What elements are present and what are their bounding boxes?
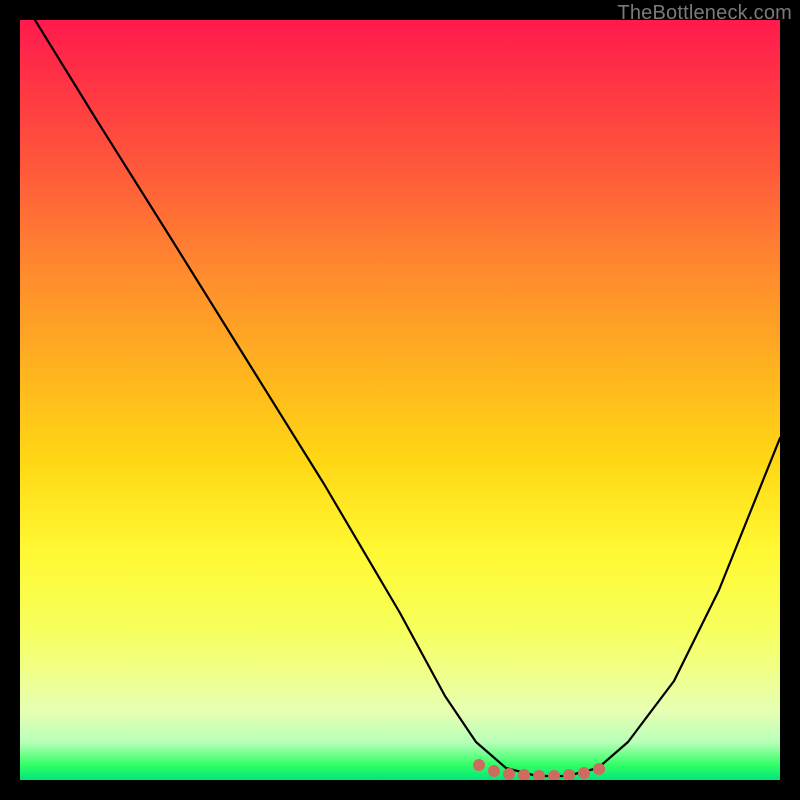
chart-svg — [20, 20, 780, 780]
marker-dot — [563, 769, 575, 780]
watermark-text: TheBottleneck.com — [617, 2, 792, 25]
marker-dot — [533, 770, 545, 780]
marker-dot — [503, 768, 515, 780]
chart-frame: TheBottleneck.com — [0, 0, 800, 800]
marker-dot — [548, 770, 560, 780]
plot-area — [20, 20, 780, 780]
marker-dot — [578, 767, 590, 779]
marker-dot — [473, 759, 485, 771]
bottleneck-curve — [35, 20, 780, 776]
marker-dot — [488, 765, 500, 777]
bottom-marker-band — [473, 759, 605, 780]
marker-dot — [593, 763, 605, 775]
